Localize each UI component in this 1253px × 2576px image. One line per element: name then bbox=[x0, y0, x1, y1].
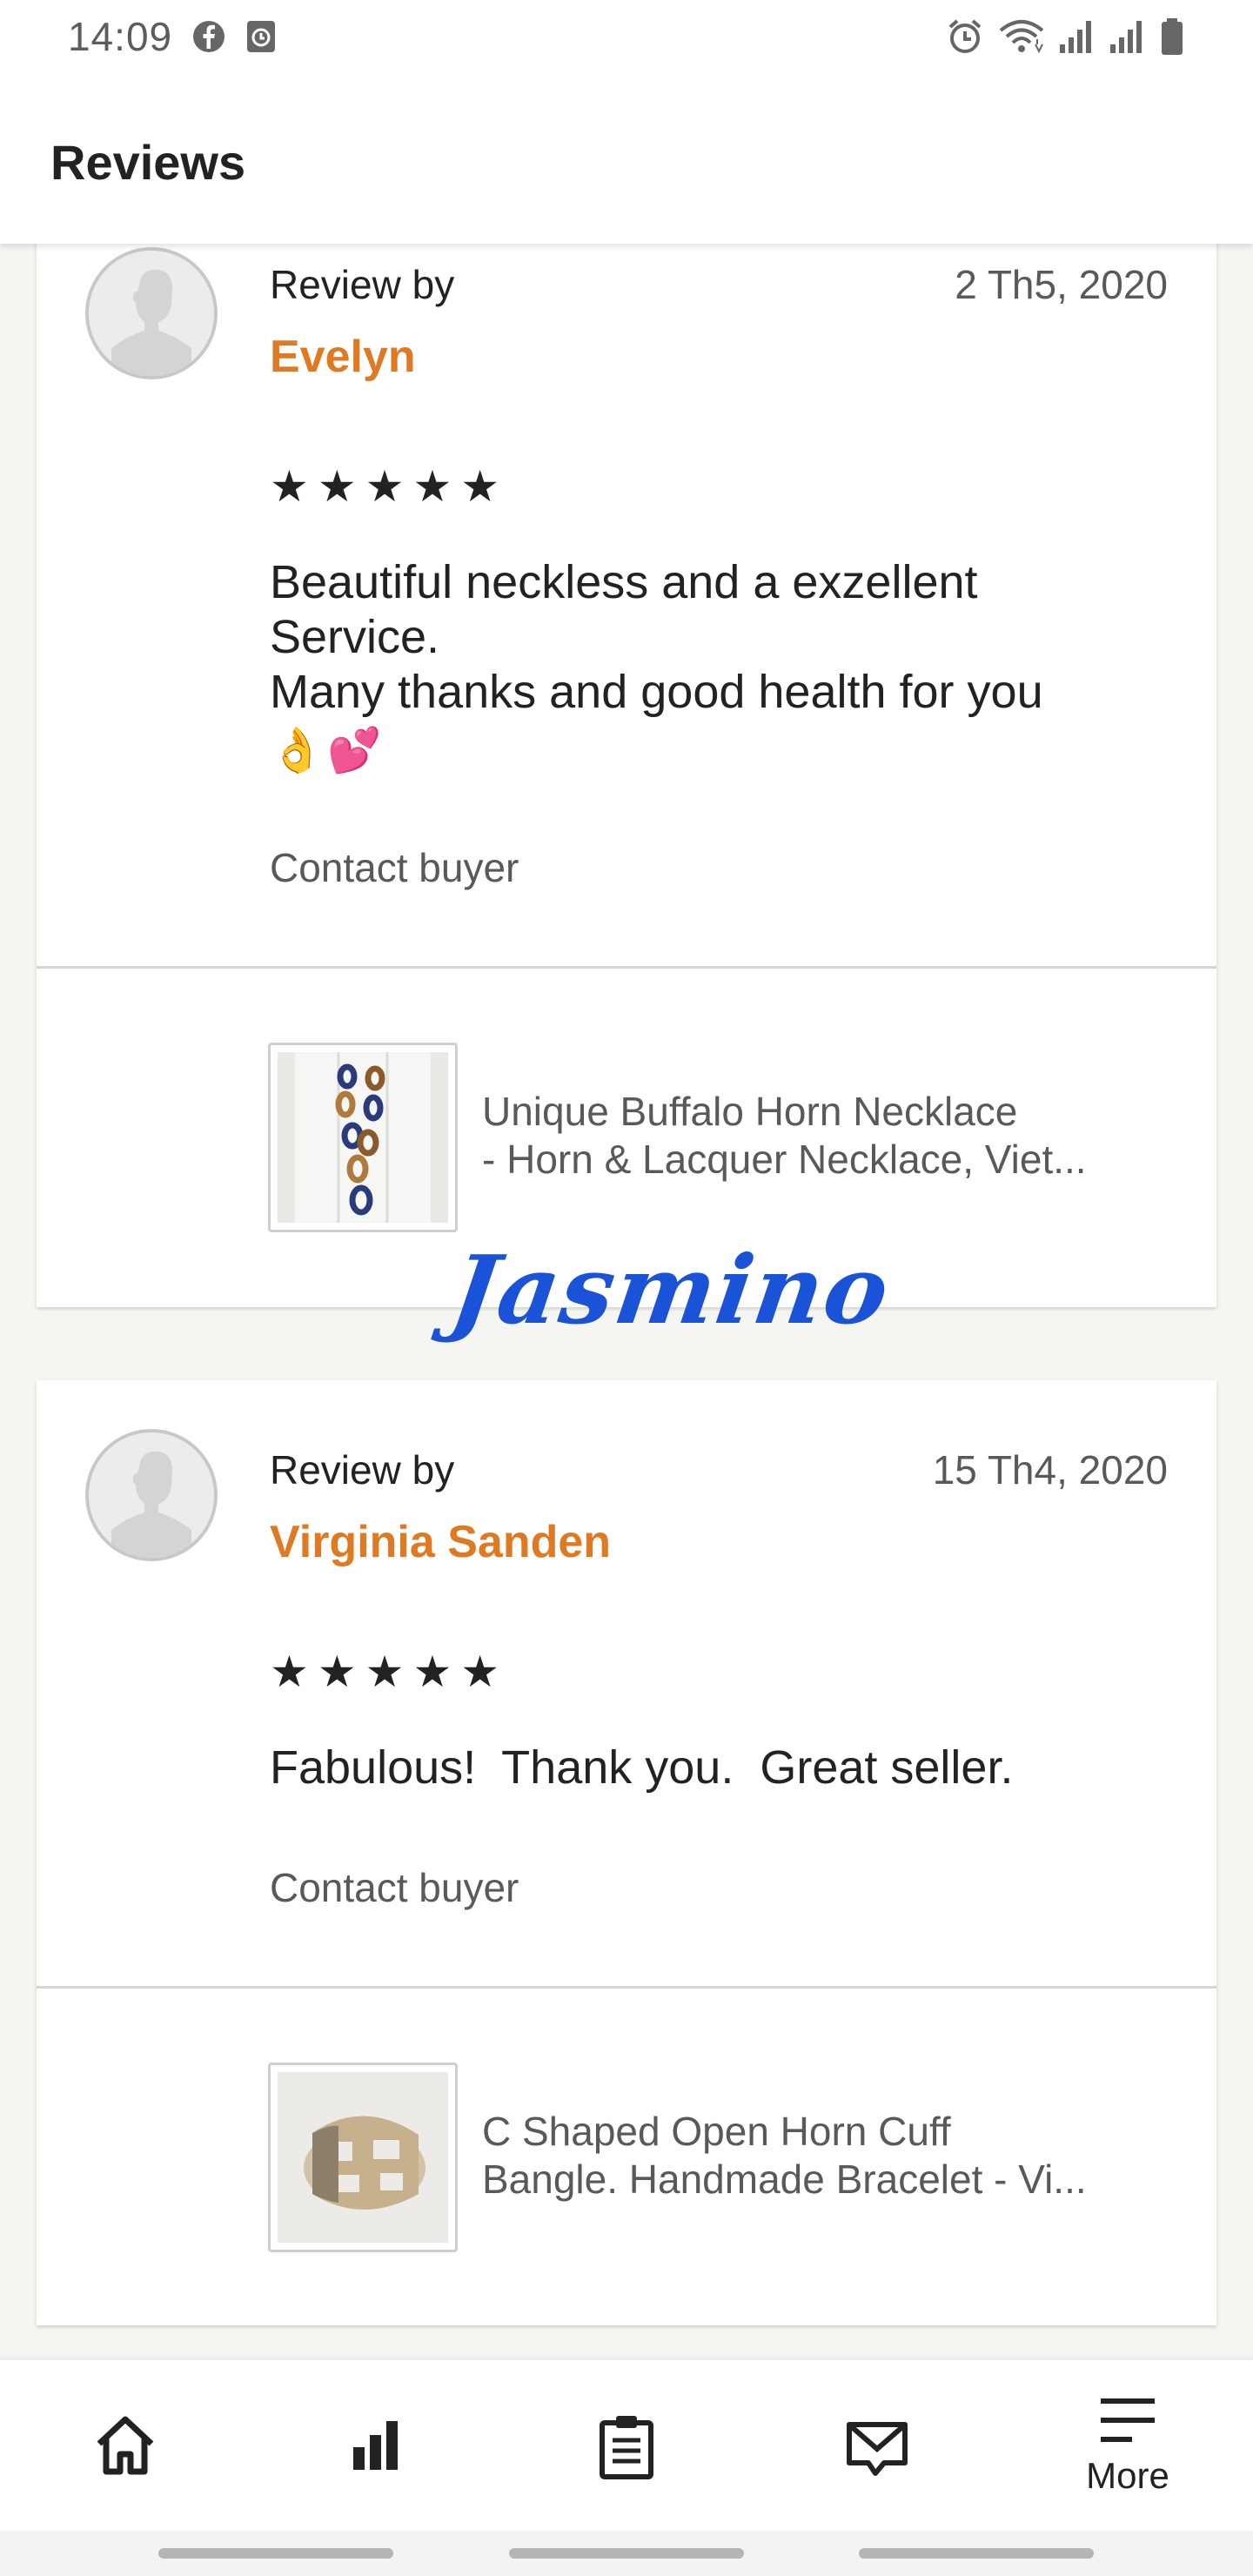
listing-title-line: Unique Buffalo Horn Necklace bbox=[482, 1089, 1018, 1134]
contact-buyer-link[interactable]: Contact buyer bbox=[270, 1864, 519, 1911]
home-handle[interactable] bbox=[509, 2548, 744, 2559]
messages-icon bbox=[847, 2422, 908, 2476]
bracelet-image bbox=[278, 2072, 448, 2243]
review-text: Beautiful neckless and a exzellent Servi… bbox=[270, 555, 1175, 778]
review-text-line: Fabulous! Thank you. Great seller. bbox=[270, 1741, 1014, 1794]
nav-messages[interactable] bbox=[790, 2360, 964, 2531]
home-icon bbox=[97, 2416, 154, 2475]
review-text: Fabulous! Thank you. Great seller. bbox=[270, 1741, 1175, 1795]
orders-clipboard-icon bbox=[600, 2416, 653, 2479]
user-placeholder-icon bbox=[89, 1432, 214, 1558]
review-card: Review by 15 Th4, 2020 Virginia Sanden ★… bbox=[37, 1380, 1216, 2325]
status-right bbox=[945, 17, 1185, 57]
nav-home[interactable] bbox=[38, 2360, 212, 2531]
review-date: 15 Th4, 2020 bbox=[932, 1447, 1168, 1493]
review-emoji-row: 👌 💕 bbox=[270, 723, 1175, 778]
listing-thumbnail[interactable] bbox=[268, 1043, 458, 1232]
listing-title-line: C Shaped Open Horn Cuff bbox=[482, 2109, 951, 2154]
clock-app-icon bbox=[245, 19, 277, 54]
bottom-nav: More bbox=[0, 2360, 1253, 2531]
menu-icon bbox=[1101, 2398, 1155, 2442]
app-bar: Reviews bbox=[0, 73, 1253, 244]
divider bbox=[37, 1986, 1216, 1989]
listing-title-line: - Horn & Lacquer Necklace, Viet... bbox=[482, 1137, 1087, 1182]
watermark-signature: Jasmino bbox=[445, 1236, 897, 1345]
page-title: Reviews bbox=[50, 135, 246, 190]
user-placeholder-icon bbox=[89, 251, 214, 376]
review-text-line: Many thanks and good health for you bbox=[270, 666, 1043, 718]
status-left: 14:09 bbox=[68, 13, 277, 60]
nav-orders[interactable] bbox=[539, 2360, 714, 2531]
review-text-line: Beautiful neckless and a exzellent bbox=[270, 556, 978, 608]
recent-apps-handle[interactable] bbox=[158, 2548, 393, 2559]
star-rating: ★★★★★ bbox=[270, 1647, 509, 1696]
review-by-label: Review by bbox=[270, 262, 455, 307]
contact-buyer-link[interactable]: Contact buyer bbox=[270, 844, 519, 891]
alarm-icon bbox=[945, 17, 985, 57]
avatar[interactable] bbox=[85, 247, 218, 379]
nav-more[interactable]: More bbox=[1041, 2360, 1215, 2531]
avatar[interactable] bbox=[85, 1429, 218, 1561]
review-by-label: Review by bbox=[270, 1447, 455, 1493]
status-time: 14:09 bbox=[68, 14, 173, 59]
signal-icon bbox=[1058, 17, 1096, 57]
system-navigation-bar bbox=[0, 2531, 1253, 2576]
listing-title-line: Bangle. Handmade Bracelet - Vi... bbox=[482, 2157, 1087, 2202]
reviewer-name[interactable]: Evelyn bbox=[270, 331, 416, 383]
listing-title[interactable]: C Shaped Open Horn Cuff Bangle. Handmade… bbox=[482, 2108, 1178, 2204]
review-card: Review by 2 Th5, 2020 Evelyn ★★★★★ Beaut… bbox=[37, 209, 1216, 1307]
battery-icon bbox=[1159, 17, 1185, 57]
necklace-image bbox=[278, 1052, 448, 1223]
back-handle[interactable] bbox=[859, 2548, 1094, 2559]
wifi-icon bbox=[997, 17, 1046, 57]
review-date: 2 Th5, 2020 bbox=[955, 262, 1168, 307]
divider bbox=[37, 966, 1216, 969]
nav-stats[interactable] bbox=[289, 2360, 463, 2531]
star-rating: ★★★★★ bbox=[270, 462, 509, 511]
ok-hand-emoji: 👌 bbox=[270, 726, 325, 775]
signal-icon bbox=[1109, 17, 1147, 57]
two-hearts-emoji: 💕 bbox=[327, 726, 382, 775]
stats-icon bbox=[353, 2421, 398, 2470]
reviewer-name[interactable]: Virginia Sanden bbox=[270, 1516, 611, 1568]
review-text-line: Service. bbox=[270, 611, 440, 663]
facebook-icon bbox=[191, 19, 226, 54]
listing-thumbnail[interactable] bbox=[268, 2063, 458, 2252]
status-bar: 14:09 bbox=[0, 0, 1253, 73]
nav-more-label: More bbox=[1086, 2455, 1169, 2496]
listing-title[interactable]: Unique Buffalo Horn Necklace - Horn & La… bbox=[482, 1088, 1178, 1184]
